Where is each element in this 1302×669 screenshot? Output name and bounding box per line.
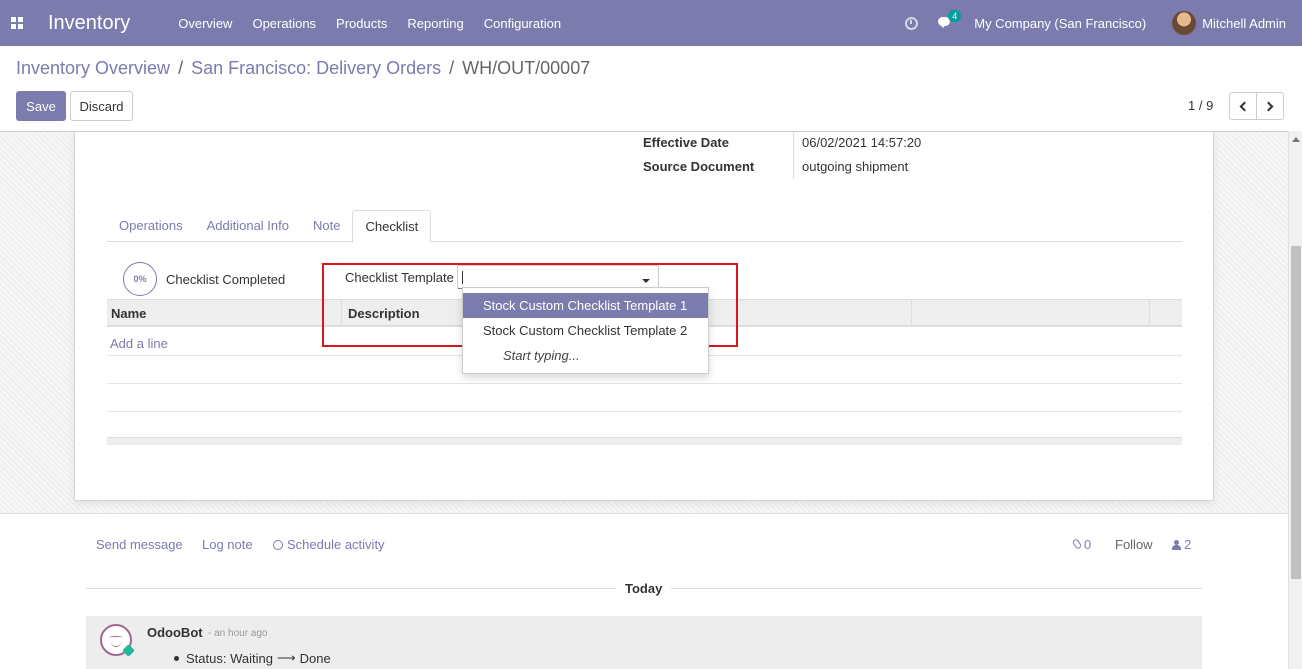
chatter: Send message Log note Schedule activity … xyxy=(0,513,1288,669)
breadcrumb-delivery-orders[interactable]: San Francisco: Delivery Orders xyxy=(191,58,441,79)
column-header-name[interactable]: Name xyxy=(111,306,146,321)
user-avatar[interactable] xyxy=(1172,11,1197,35)
source-document-value: outgoing shipment xyxy=(802,159,909,174)
menu-overview[interactable]: Overview xyxy=(178,16,232,31)
pager-next-button[interactable] xyxy=(1256,92,1284,120)
breadcrumb: Inventory Overview / San Francisco: Deli… xyxy=(16,58,590,79)
table-footer xyxy=(107,437,1182,445)
discard-button[interactable]: Discard xyxy=(70,91,133,121)
followers-button[interactable]: 2 xyxy=(1172,537,1191,552)
attachments-button[interactable]: 0 xyxy=(1071,537,1092,552)
breadcrumb-current-record: WH/OUT/00007 xyxy=(462,58,591,78)
message-author[interactable]: OdooBot xyxy=(147,625,203,640)
log-note-button[interactable]: Log note xyxy=(202,537,253,552)
schedule-activity-label: Schedule activity xyxy=(287,537,385,552)
checklist-template-dropdown: Stock Custom Checklist Template 1 Stock … xyxy=(462,287,709,374)
user-icon xyxy=(1172,540,1181,550)
app-name[interactable]: Inventory xyxy=(48,12,130,35)
column-separator xyxy=(911,300,912,326)
bullet-icon xyxy=(174,656,179,661)
tab-operations[interactable]: Operations xyxy=(107,210,195,242)
send-message-button[interactable]: Send message xyxy=(96,537,183,552)
chat-count-badge: 4 xyxy=(948,10,962,22)
checklist-progress-circle: 0% xyxy=(123,262,157,296)
breadcrumb-inventory-overview[interactable]: Inventory Overview xyxy=(16,58,170,79)
tracking-old-value: Status: Waiting xyxy=(186,650,273,666)
main-menu: Overview Operations Products Reporting C… xyxy=(178,16,581,31)
tab-checklist[interactable]: Checklist xyxy=(352,210,432,243)
vertical-scrollbar[interactable] xyxy=(1288,131,1302,669)
tracking-new-value: Done xyxy=(299,650,331,666)
menu-configuration[interactable]: Configuration xyxy=(484,16,561,31)
activity-clock-icon[interactable] xyxy=(905,16,919,30)
menu-operations[interactable]: Operations xyxy=(252,16,316,31)
chevron-left-icon xyxy=(1239,101,1250,111)
column-header-description[interactable]: Description xyxy=(348,306,420,321)
checklist-template-input[interactable] xyxy=(457,265,659,289)
chatter-message: OdooBot - an hour ago Status: Waiting ⟶ … xyxy=(86,616,1202,669)
table-row xyxy=(107,384,1182,412)
notebook-tabs: Operations Additional Info Note Checklis… xyxy=(107,210,1182,243)
top-navbar: Inventory Overview Operations Products R… xyxy=(0,0,1302,46)
caret-down-icon[interactable] xyxy=(642,279,650,283)
schedule-activity-button[interactable]: Schedule activity xyxy=(273,537,385,552)
scrollbar-thumb[interactable] xyxy=(1291,246,1301,579)
effective-date-value: 06/02/2021 14:57:20 xyxy=(802,135,922,150)
breadcrumb-separator: / xyxy=(178,58,184,78)
dropdown-option-template-2[interactable]: Stock Custom Checklist Template 2 xyxy=(463,318,708,343)
pager-value[interactable]: 1 / 9 xyxy=(1188,98,1213,113)
navbar-systray: 4 My Company (San Francisco) Mitchell Ad… xyxy=(905,0,1302,46)
column-separator xyxy=(341,300,342,326)
apps-menu-icon[interactable] xyxy=(0,0,34,46)
save-button[interactable]: Save xyxy=(16,91,66,121)
tab-additional-info[interactable]: Additional Info xyxy=(195,210,301,242)
messaging-chat-icon[interactable]: 4 xyxy=(938,10,962,29)
tab-note[interactable]: Note xyxy=(301,210,352,242)
user-menu[interactable]: Mitchell Admin xyxy=(1202,16,1286,31)
column-separator xyxy=(1149,300,1150,326)
chevron-right-icon xyxy=(1263,101,1274,111)
checklist-template-label: Checklist Template xyxy=(345,270,454,285)
arrow-right-icon: ⟶ xyxy=(276,650,296,665)
breadcrumb-separator: / xyxy=(449,58,455,78)
pager-previous-button[interactable] xyxy=(1229,92,1257,120)
company-switcher[interactable]: My Company (San Francisco) xyxy=(974,16,1146,31)
paperclip-icon xyxy=(1071,538,1083,550)
message-body: Status: Waiting ⟶ Done xyxy=(186,650,331,666)
attachments-count: 0 xyxy=(1084,537,1092,552)
follow-button[interactable]: Follow xyxy=(1115,537,1153,552)
form-view-content: Effective Date 06/02/2021 14:57:20 Sourc… xyxy=(0,131,1288,669)
effective-date-label: Effective Date xyxy=(643,135,729,150)
field-divider xyxy=(793,132,794,179)
dropdown-option-template-1[interactable]: Stock Custom Checklist Template 1 xyxy=(463,293,708,318)
checklist-completed-label: Checklist Completed xyxy=(166,272,286,287)
menu-reporting[interactable]: Reporting xyxy=(407,16,463,31)
followers-count: 2 xyxy=(1184,537,1192,552)
message-date: - an hour ago xyxy=(208,628,268,639)
add-a-line-link[interactable]: Add a line xyxy=(110,336,168,351)
date-separator-label: Today xyxy=(616,581,672,596)
menu-products[interactable]: Products xyxy=(336,16,387,31)
clock-icon xyxy=(273,540,283,550)
text-cursor xyxy=(462,271,463,284)
dropdown-start-typing-hint: Start typing... xyxy=(503,348,580,363)
scroll-up-arrow-icon[interactable] xyxy=(1292,137,1300,142)
source-document-label: Source Document xyxy=(643,159,755,174)
